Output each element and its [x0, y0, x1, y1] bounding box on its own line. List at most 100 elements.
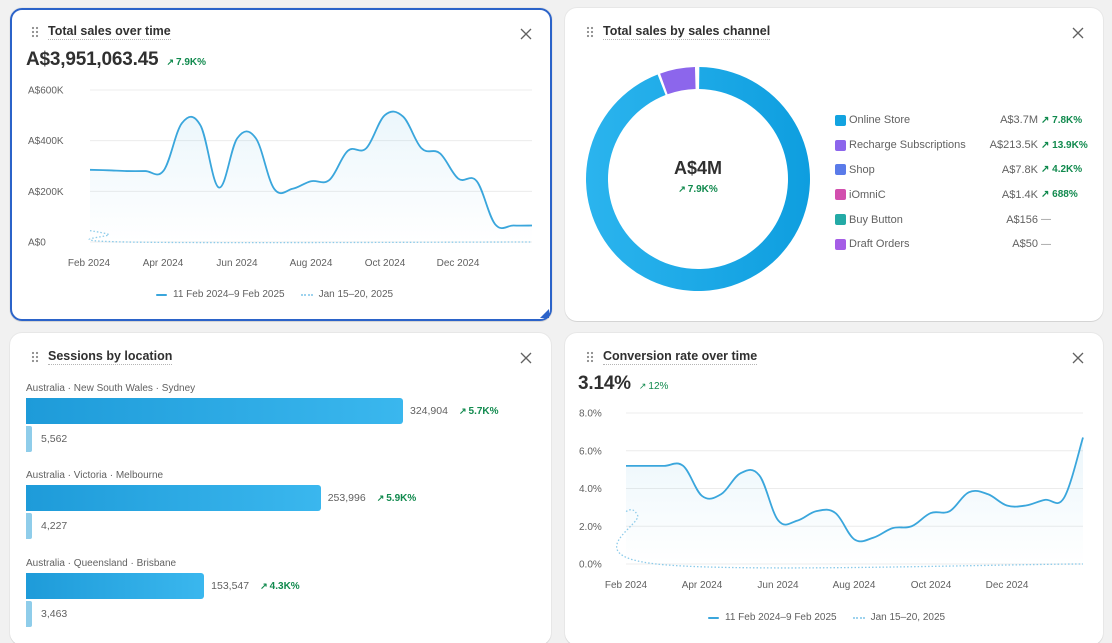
- legend-swatch: [835, 164, 846, 176]
- drag-handle-icon[interactable]: [30, 351, 40, 363]
- legend-swatch: [835, 214, 846, 226]
- series-area: [90, 111, 532, 242]
- series-area: [626, 437, 1083, 564]
- legend-label: Jan 15–20, 2025: [870, 612, 946, 623]
- close-icon[interactable]: [1071, 351, 1085, 365]
- card-title[interactable]: Total sales over time: [48, 24, 171, 40]
- donut-delta: ↗ 7.9K%: [587, 184, 809, 195]
- x-tick-label: Jun 2024: [757, 580, 799, 591]
- chart-legend: 11 Feb 2024–9 Feb 2025 Jan 15–20, 2025: [156, 289, 393, 300]
- location-delta-value: 4.3K%: [269, 580, 300, 592]
- current-value: 153,547: [211, 580, 250, 592]
- location-label: Australia · Queensland · Brisbane: [26, 558, 177, 569]
- drag-handle-icon[interactable]: [585, 26, 595, 38]
- metric-delta: ↗ 12%: [639, 381, 669, 392]
- y-tick-label: 0.0%: [579, 560, 602, 571]
- x-tick-label: Dec 2024: [437, 258, 480, 269]
- card-header: Conversion rate over time: [585, 349, 758, 365]
- channel-legend-row[interactable]: Draft Orders A$50—: [835, 232, 1085, 257]
- channel-delta: ↗ 4.2K%: [1041, 164, 1083, 176]
- conversion-rate-card[interactable]: Conversion rate over time 3.14% ↗ 12% 0.0…: [565, 333, 1103, 643]
- y-tick-label: A$400K: [28, 136, 64, 147]
- location-label: Australia · New South Wales · Sydney: [26, 383, 196, 394]
- current-value: 253,996: [327, 492, 366, 504]
- comparison-bar-row: 3,463: [26, 601, 300, 627]
- x-tick-label: Apr 2024: [143, 258, 184, 269]
- conversion-line-chart[interactable]: 0.0% 2.0% 4.0% 6.0% 8.0% Feb 2024 Apr 2024 Jun …: [565, 398, 1103, 598]
- location-delta: ↗ 5.7K%: [459, 406, 499, 417]
- channel-name: Recharge Subscriptions: [849, 139, 966, 152]
- channel-delta: —: [1041, 238, 1051, 250]
- total-sales-over-time-card[interactable]: Total sales over time A$3,951,063.45 ↗ 7.…: [10, 8, 552, 321]
- legend-item-comparison[interactable]: Jan 15–20, 2025: [300, 289, 394, 300]
- y-tick-label: 2.0%: [579, 522, 602, 533]
- comparison-bar[interactable]: [26, 601, 32, 627]
- channel-delta: ↗ 688%: [1041, 189, 1078, 201]
- metric-delta: ↗ 7.9K%: [166, 57, 206, 68]
- arrow-up-right-icon: ↗: [458, 405, 467, 416]
- chart-legend: 11 Feb 2024–9 Feb 2025 Jan 15–20, 2025: [708, 612, 945, 623]
- comparison-value: 5,562: [41, 433, 68, 445]
- resize-handle-icon[interactable]: [540, 309, 549, 318]
- channel-legend-row[interactable]: Shop A$7.8K ↗ 4.2K%: [835, 158, 1085, 183]
- y-tick-label: 4.0%: [579, 484, 602, 495]
- legend-item-current[interactable]: 11 Feb 2024–9 Feb 2025: [156, 289, 285, 300]
- y-tick-label: A$200K: [28, 187, 64, 198]
- channel-value: A$1.4K: [1001, 188, 1038, 201]
- card-header: Sessions by location: [30, 349, 173, 365]
- x-tick-label: Oct 2024: [911, 580, 952, 591]
- metric-value: 3.14%: [578, 373, 631, 394]
- channel-name: iOmniC: [849, 188, 886, 201]
- card-title[interactable]: Sessions by location: [48, 349, 173, 365]
- current-bar-row: 253,996 ↗ 5.9K%: [26, 485, 416, 511]
- location-row[interactable]: Australia · New South Wales · Sydney 324…: [26, 383, 499, 452]
- metric-delta-value: 7.9K%: [175, 57, 206, 68]
- channel-name: Draft Orders: [849, 238, 910, 251]
- card-title[interactable]: Total sales by sales channel: [603, 24, 771, 40]
- legend-label: Jan 15–20, 2025: [318, 289, 394, 300]
- comparison-bar[interactable]: [26, 513, 32, 539]
- sales-line-chart[interactable]: A$0 A$200K A$400K A$600K Feb 2024 Apr 2024 Jun…: [12, 75, 550, 275]
- drag-handle-icon[interactable]: [30, 26, 40, 38]
- arrow-up-right-icon: ↗: [166, 57, 174, 67]
- legend-swatch: [835, 238, 846, 250]
- close-icon[interactable]: [519, 27, 533, 41]
- legend-item-current[interactable]: 11 Feb 2024–9 Feb 2025: [708, 612, 837, 623]
- channel-legend-row[interactable]: Online Store A$3.7M ↗ 7.8K%: [835, 108, 1085, 133]
- channel-delta: ↗ 7.8K%: [1041, 114, 1083, 126]
- current-bar[interactable]: [26, 573, 205, 599]
- current-bar[interactable]: [26, 485, 321, 511]
- channel-legend-row[interactable]: Recharge Subscriptions A$213.5K ↗ 13.9K%: [835, 133, 1088, 158]
- legend-swatch-dotted: [852, 616, 865, 619]
- location-row[interactable]: Australia · Queensland · Brisbane 153,54…: [26, 558, 300, 627]
- donut-center: A$4M ↗ 7.9K%: [587, 158, 809, 197]
- channel-value: A$156: [1006, 213, 1038, 226]
- x-tick-label: Jun 2024: [216, 258, 258, 269]
- channel-legend-row[interactable]: iOmniC A$1.4K ↗ 688%: [835, 182, 1085, 207]
- location-delta-value: 5.9K%: [386, 492, 417, 504]
- current-value: 324,904: [410, 405, 448, 417]
- location-delta-value: 5.7K%: [468, 405, 499, 417]
- drag-handle-icon[interactable]: [585, 351, 595, 363]
- current-bar-row: 324,904 ↗ 5.7K%: [26, 398, 499, 424]
- metric-value: A$3,951,063.45: [26, 49, 159, 70]
- channel-legend-row[interactable]: Buy Button A$156—: [835, 207, 1085, 232]
- current-bar[interactable]: [26, 398, 403, 424]
- sessions-by-location-card[interactable]: Sessions by location Australia · New Sou…: [10, 333, 551, 643]
- card-title[interactable]: Conversion rate over time: [603, 349, 758, 365]
- comparison-value: 3,463: [41, 608, 68, 620]
- location-row[interactable]: Australia · Victoria · Melbourne 253,996…: [26, 470, 416, 539]
- current-bar-row: 153,547 ↗ 4.3K%: [26, 573, 300, 599]
- total-sales-by-channel-card[interactable]: Total sales by sales channel A$4M ↗ 7.9K%…: [565, 8, 1103, 321]
- x-tick-label: Apr 2024: [682, 580, 723, 591]
- close-icon[interactable]: [519, 351, 533, 365]
- x-tick-label: Oct 2024: [365, 258, 406, 269]
- comparison-bar-row: 5,562: [26, 426, 499, 452]
- channel-value: A$213.5K: [989, 139, 1038, 152]
- legend-swatch: [835, 139, 846, 151]
- close-icon[interactable]: [1071, 26, 1085, 40]
- metric-delta-value: 12%: [648, 381, 669, 392]
- legend-item-comparison[interactable]: Jan 15–20, 2025: [852, 612, 946, 623]
- comparison-bar[interactable]: [26, 426, 32, 452]
- legend-swatch: [835, 189, 846, 201]
